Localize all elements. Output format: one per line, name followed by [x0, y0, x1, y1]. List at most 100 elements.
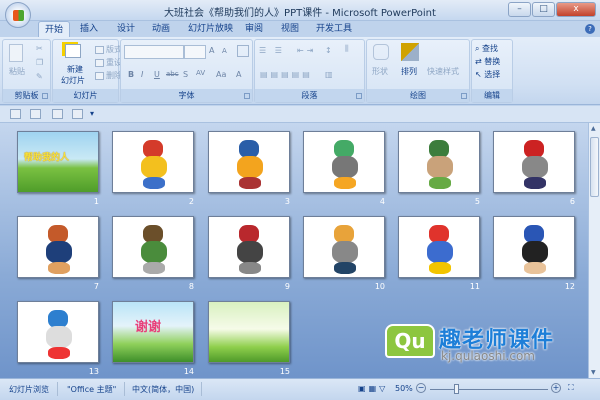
office-logo-icon — [13, 10, 24, 21]
replace-button[interactable]: ⇄ 替换 — [475, 56, 500, 67]
replace-icon: ⇄ — [475, 57, 482, 66]
zoom-level[interactable]: 50% — [395, 384, 413, 393]
slide-thumbnail-11[interactable] — [398, 216, 480, 278]
font-size-select[interactable] — [184, 45, 206, 59]
toolbar-dropdown-icon[interactable]: ▾ — [90, 109, 94, 118]
strikethrough-button[interactable]: abc — [166, 70, 179, 78]
slide-illustration — [334, 177, 356, 189]
dialog-launcher-icon[interactable] — [244, 93, 250, 99]
tab-insert[interactable]: 插入 — [80, 21, 98, 37]
line-spacing-icon[interactable]: ↕ — [325, 46, 332, 55]
minimize-button[interactable]: – — [508, 2, 531, 17]
slide-thumbnail-1[interactable]: 帮助我的人 — [17, 131, 99, 193]
grow-font-button[interactable]: A — [209, 46, 214, 55]
new-slide-icon[interactable] — [65, 44, 81, 58]
shapes-button[interactable]: 形状 — [372, 66, 388, 77]
zoom-slider-track[interactable] — [430, 389, 548, 390]
maximize-button[interactable]: □ — [532, 2, 555, 17]
group-label: 段落 — [255, 89, 364, 102]
slide-thumbnail-6[interactable] — [493, 131, 575, 193]
slide-illustration — [46, 326, 72, 348]
slide-thumbnail-2[interactable] — [112, 131, 194, 193]
find-button[interactable]: ⌕ 查找 — [475, 43, 498, 54]
vertical-scrollbar[interactable]: ▲ ▼ — [588, 123, 600, 378]
reset-button[interactable]: 重设 — [95, 57, 122, 68]
slide-thumbnail-15[interactable] — [208, 301, 290, 363]
hide-slide-icon[interactable] — [52, 109, 63, 119]
close-button[interactable]: x — [556, 2, 596, 17]
text-direction-icon[interactable]: ⫼ — [345, 44, 349, 54]
select-button[interactable]: ↖ 选择 — [475, 69, 500, 80]
tab-developer[interactable]: 开发工具 — [316, 21, 352, 37]
bullets-icon[interactable]: ☰ ☰ — [259, 46, 285, 55]
clear-format-icon[interactable] — [237, 45, 249, 57]
tab-home[interactable]: 开始 — [38, 21, 71, 37]
slide-thumbnail-5[interactable] — [398, 131, 480, 193]
new-slide-dropdown[interactable]: 幻灯片 — [61, 75, 85, 86]
slide-thumbnail-13[interactable] — [17, 301, 99, 363]
arrange-icon[interactable] — [401, 43, 419, 61]
tab-view[interactable]: 视图 — [281, 21, 299, 37]
arrange-button[interactable]: 排列 — [401, 66, 417, 77]
bold-button[interactable]: B — [128, 70, 134, 79]
slide-thumbnail-9[interactable] — [208, 216, 290, 278]
view-buttons[interactable]: ▣▦▽ — [358, 384, 388, 393]
tab-review[interactable]: 审阅 — [245, 21, 263, 37]
zoom-slider-thumb[interactable] — [454, 384, 460, 394]
slide-thumbnail-7[interactable] — [17, 216, 99, 278]
slide-icon[interactable] — [10, 109, 21, 119]
slide-thumbnail-14[interactable]: 谢谢 — [112, 301, 194, 363]
tab-animation[interactable]: 动画 — [152, 21, 170, 37]
dialog-launcher-icon[interactable] — [461, 93, 467, 99]
tab-design[interactable]: 设计 — [117, 21, 135, 37]
help-icon[interactable]: ? — [585, 24, 595, 34]
italic-button[interactable]: I — [141, 70, 143, 79]
scroll-thumb[interactable] — [590, 137, 599, 197]
font-color-button[interactable]: A — [236, 70, 241, 79]
dialog-launcher-icon[interactable] — [42, 93, 48, 99]
dialog-launcher-icon[interactable] — [356, 93, 362, 99]
underline-button[interactable]: U — [154, 70, 160, 79]
zoom-in-icon[interactable]: + — [551, 383, 561, 393]
group-label: 字体 — [121, 89, 252, 102]
slide-illustration — [334, 262, 356, 274]
slide-title: 谢谢 — [135, 320, 162, 335]
theme-status[interactable]: "Office 主题" — [67, 384, 116, 395]
shadow-button[interactable]: S — [183, 70, 188, 79]
paste-button[interactable]: 粘贴 — [9, 66, 25, 77]
paste-icon[interactable] — [9, 44, 23, 62]
delete-button[interactable]: 删除 — [95, 70, 122, 81]
slide-illustration — [141, 156, 167, 178]
shrink-font-button[interactable]: A — [222, 47, 227, 55]
slide-thumbnail-10[interactable] — [303, 216, 385, 278]
picture-icon[interactable] — [30, 109, 41, 119]
office-button[interactable] — [5, 2, 31, 28]
scroll-up-icon[interactable]: ▲ — [591, 125, 596, 132]
tab-slideshow[interactable]: 幻灯片放映 — [188, 21, 233, 37]
cut-icon[interactable]: ✂ — [36, 44, 43, 53]
slide-thumbnail-3[interactable] — [208, 131, 290, 193]
group-editing: ⌕ 查找 ⇄ 替换 ↖ 选择 编辑 — [471, 39, 513, 103]
change-case-button[interactable]: Aa — [216, 70, 226, 79]
columns-icon[interactable]: ▥ — [325, 70, 333, 79]
copy-icon[interactable]: ❐ — [36, 58, 43, 67]
layout-button[interactable]: 版式 — [95, 44, 122, 55]
group-icon[interactable] — [72, 109, 83, 119]
ribbon: 粘贴 ✂ ❐ ✎ 剪贴板 新建 幻灯片 版式 重设 删除 幻灯片 A A B I… — [0, 37, 600, 105]
language-status[interactable]: 中文(简体，中国) — [132, 384, 194, 395]
font-name-select[interactable] — [124, 45, 184, 59]
shapes-icon[interactable] — [373, 44, 389, 60]
scroll-down-icon[interactable]: ▼ — [591, 369, 596, 376]
zoom-out-icon[interactable]: − — [416, 383, 426, 393]
char-spacing-button[interactable]: AV — [196, 69, 205, 77]
format-painter-icon[interactable]: ✎ — [36, 72, 43, 81]
indent-icon[interactable]: ⇤⇥ — [297, 46, 316, 55]
new-slide-button[interactable]: 新建 — [67, 64, 83, 75]
align-icons[interactable]: ▤▤▤▤▤ — [260, 70, 313, 79]
slide-thumbnail-8[interactable] — [112, 216, 194, 278]
slide-thumbnail-12[interactable] — [493, 216, 575, 278]
fit-window-icon[interactable]: ⛶ — [568, 383, 574, 393]
quick-styles-button[interactable]: 快速样式 — [427, 66, 459, 77]
slide-thumbnail-4[interactable] — [303, 131, 385, 193]
slide-number: 1 — [93, 197, 99, 206]
